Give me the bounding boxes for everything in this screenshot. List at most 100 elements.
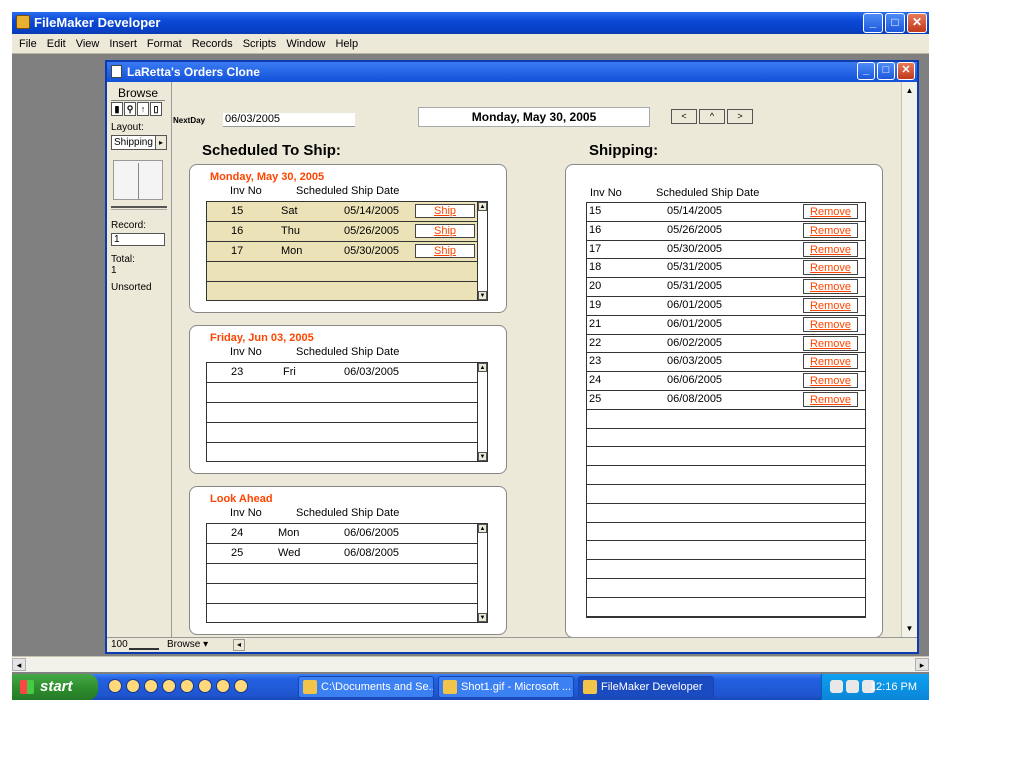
quicklaunch-icon[interactable] — [234, 679, 248, 693]
quicklaunch-icon[interactable] — [108, 679, 122, 693]
remove-button[interactable]: Remove — [803, 241, 858, 257]
lookahead-portal[interactable]: 24 Mon 06/06/2005 25 Wed 06/08/2005 ▲ ▼ — [206, 523, 488, 623]
ship-date: 06/01/2005 — [667, 317, 723, 330]
menu-file[interactable]: File — [14, 38, 42, 50]
document-vertical-scrollbar[interactable]: ▲ ▼ — [901, 82, 917, 637]
tray-icon[interactable] — [846, 680, 859, 693]
doc-minimize-button[interactable]: _ — [857, 62, 875, 80]
scroll-left-icon[interactable]: ◂ — [12, 658, 26, 671]
remove-button[interactable]: Remove — [803, 222, 858, 238]
nextday-label: NextDay — [173, 116, 206, 125]
taskbar: start C:\Documents and Se... Shot1.gif -… — [12, 674, 929, 700]
book-icon[interactable] — [113, 160, 163, 200]
today-portal[interactable]: 15 Sat 05/14/2005 Ship 16 Thu 05/26/2005… — [206, 201, 488, 301]
table-row: 25 06/08/2005 Remove — [587, 391, 865, 410]
mode-popup[interactable]: Browse ▾ — [167, 639, 229, 650]
portal-scrollbar[interactable]: ▲ ▼ — [477, 202, 487, 300]
scroll-down-icon[interactable]: ▼ — [478, 613, 487, 622]
maximize-button[interactable]: □ — [885, 13, 905, 33]
layout-select[interactable]: Shipping ▸ — [111, 135, 167, 150]
task-paint[interactable]: Shot1.gif - Microsoft ... — [438, 676, 574, 698]
remove-button[interactable]: Remove — [803, 279, 858, 295]
inv-no-header: Inv No — [230, 346, 262, 358]
shipping-portal[interactable]: 15 05/14/2005 Remove 16 05/26/2005 Remove 17… — [586, 202, 866, 618]
start-button[interactable]: start — [12, 674, 98, 700]
doc-maximize-button[interactable]: □ — [877, 62, 895, 80]
menu-edit[interactable]: Edit — [42, 38, 71, 50]
scroll-down-icon[interactable]: ▼ — [903, 622, 916, 635]
today-button[interactable]: ^ — [699, 109, 725, 124]
inv-no: 24 — [589, 374, 602, 387]
menu-scripts[interactable]: Scripts — [238, 38, 282, 50]
scroll-up-icon[interactable]: ▲ — [478, 363, 487, 372]
task-filemaker[interactable]: FileMaker Developer — [578, 676, 714, 698]
menu-insert[interactable]: Insert — [104, 38, 142, 50]
portal-scrollbar[interactable]: ▲ ▼ — [477, 524, 487, 622]
minimize-button[interactable]: _ — [863, 13, 883, 33]
quicklaunch-icon[interactable] — [162, 679, 176, 693]
table-row: 23 Fri 06/03/2005 — [207, 363, 487, 383]
table-row — [207, 262, 487, 282]
menu-format[interactable]: Format — [142, 38, 187, 50]
ship-button[interactable]: Ship — [415, 204, 475, 218]
remove-button[interactable]: Remove — [803, 297, 858, 313]
quicklaunch-icon[interactable] — [180, 679, 194, 693]
ship-date: 05/14/2005 — [667, 205, 723, 217]
menu-window[interactable]: Window — [281, 38, 330, 50]
scroll-left-icon[interactable]: ◂ — [233, 639, 245, 651]
remove-button[interactable]: Remove — [803, 335, 858, 351]
task-explorer[interactable]: C:\Documents and Se... — [298, 676, 434, 698]
scroll-down-icon[interactable]: ▼ — [478, 452, 487, 461]
nextday-portal[interactable]: 23 Fri 06/03/2005 ▲ ▼ — [206, 362, 488, 462]
record-slider[interactable] — [111, 206, 167, 210]
menu-help[interactable]: Help — [330, 38, 363, 50]
quicklaunch-icon[interactable] — [216, 679, 230, 693]
record-number-field[interactable]: 1 — [111, 233, 165, 246]
app-title-bar[interactable]: FileMaker Developer _ □ ✕ — [12, 12, 929, 34]
scroll-right-icon[interactable]: ▸ — [915, 658, 929, 671]
browse-tool-icon[interactable]: ▮ — [111, 102, 123, 116]
preview-tool-icon[interactable]: ▯ — [150, 102, 162, 116]
quicklaunch-icon[interactable] — [126, 679, 140, 693]
menu-records[interactable]: Records — [187, 38, 238, 50]
zoom-level[interactable]: 100 — [111, 639, 128, 650]
remove-button[interactable]: Remove — [803, 260, 858, 276]
horizontal-scrollbar[interactable]: ◂ ▸ — [12, 656, 929, 672]
doc-close-button[interactable]: ✕ — [897, 62, 915, 80]
tray-icon[interactable] — [830, 680, 843, 693]
inv-no: 18 — [589, 261, 602, 274]
remove-button[interactable]: Remove — [803, 204, 858, 219]
ship-button[interactable]: Ship — [415, 244, 475, 258]
table-row — [587, 504, 865, 523]
find-tool-icon[interactable]: ⚲ — [124, 102, 136, 116]
ship-button[interactable]: Ship — [415, 224, 475, 238]
table-row: 22 06/02/2005 Remove — [587, 335, 865, 354]
menu-bar: File Edit View Insert Format Records Scr… — [12, 34, 929, 54]
weekday: Mon — [278, 527, 300, 539]
inv-no: 23 — [589, 355, 602, 368]
next-day-button[interactable]: > — [727, 109, 753, 124]
nextday-field[interactable]: 06/03/2005 — [223, 113, 355, 127]
remove-button[interactable]: Remove — [803, 373, 858, 389]
scroll-up-icon[interactable]: ▲ — [478, 524, 487, 533]
menu-view[interactable]: View — [71, 38, 105, 50]
remove-button[interactable]: Remove — [803, 391, 858, 407]
filemaker-icon — [16, 15, 30, 29]
close-button[interactable]: ✕ — [907, 13, 927, 33]
windows-flag-icon — [20, 680, 34, 694]
remove-button[interactable]: Remove — [803, 354, 858, 370]
scroll-up-icon[interactable]: ▲ — [478, 202, 487, 211]
table-row: 16 05/26/2005 Remove — [587, 222, 865, 241]
scroll-up-icon[interactable]: ▲ — [903, 84, 916, 97]
prev-day-button[interactable]: < — [671, 109, 697, 124]
remove-button[interactable]: Remove — [803, 316, 858, 332]
record-label: Record: — [111, 220, 147, 231]
portal-scrollbar[interactable]: ▲ ▼ — [477, 363, 487, 461]
scroll-down-icon[interactable]: ▼ — [478, 291, 487, 300]
document-title-bar[interactable]: LaRetta's Orders Clone _ □ ✕ — [107, 62, 917, 82]
layout-tool-icon[interactable]: ↑ — [137, 102, 149, 116]
table-row — [207, 584, 487, 604]
zoom-icon[interactable] — [129, 640, 159, 650]
quicklaunch-icon[interactable] — [198, 679, 212, 693]
quicklaunch-icon[interactable] — [144, 679, 158, 693]
